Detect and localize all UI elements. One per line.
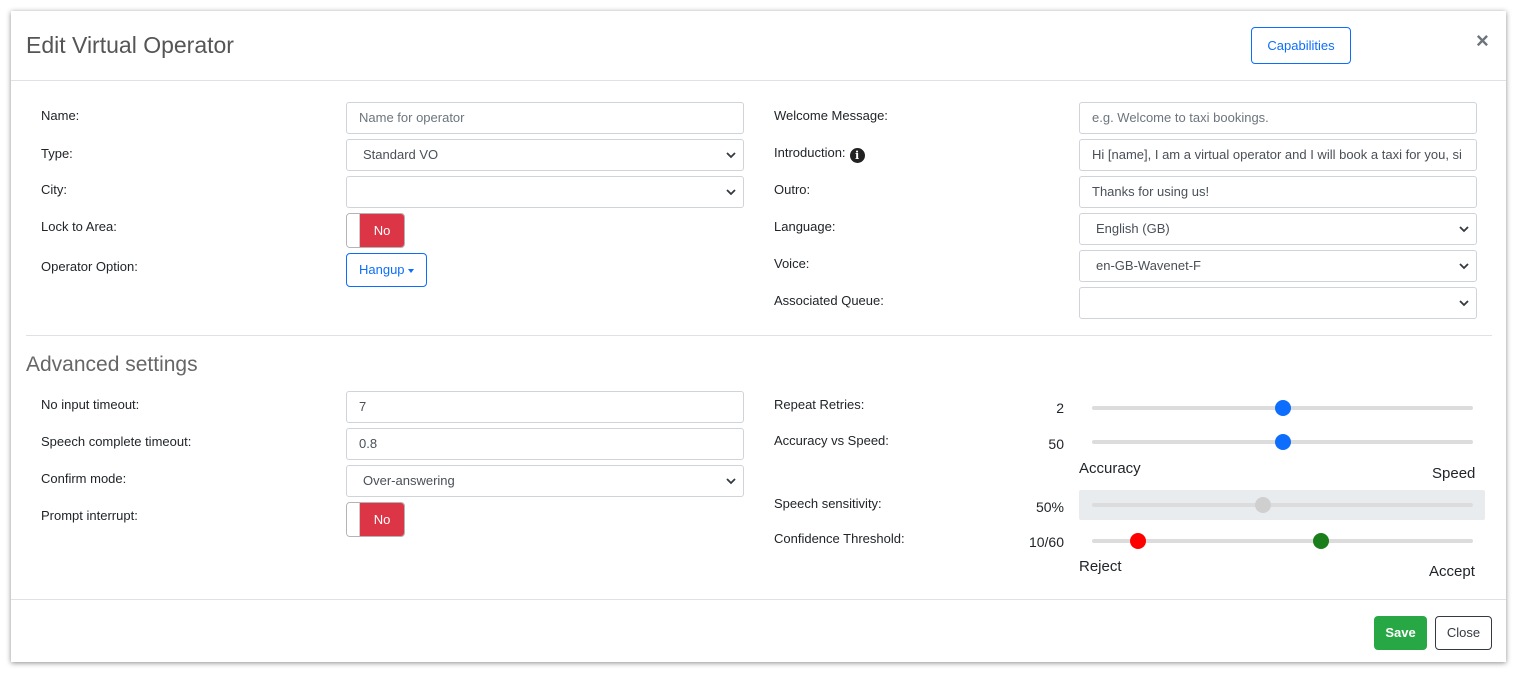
modal-header: Edit Virtual Operator Capabilities × <box>11 11 1506 81</box>
modal-footer-divider <box>11 599 1506 600</box>
lock-to-area-toggle[interactable]: No <box>346 213 405 248</box>
confidence-accept-thumb[interactable] <box>1312 533 1329 549</box>
speech-sensitivity-slider <box>1092 503 1473 507</box>
name-input[interactable]: Name for operator <box>346 102 744 134</box>
speech-sensitivity-value: 50% <box>1035 499 1064 515</box>
associated-queue-label: Associated Queue: <box>774 293 884 308</box>
repeat-retries-label: Repeat Retries: <box>774 397 865 412</box>
toggle-state: No <box>360 503 404 536</box>
prompt-interrupt-label: Prompt interrupt: <box>41 508 138 523</box>
voice-select-value: en-GB-Wavenet-F <box>1096 258 1201 273</box>
modal-title: Edit Virtual Operator <box>26 32 234 58</box>
type-label: Type: <box>41 146 73 161</box>
toggle-state: No <box>360 214 404 247</box>
edit-virtual-operator-modal: Edit Virtual Operator Capabilities × Nam… <box>11 11 1506 662</box>
confidence-threshold-value: 10/60 <box>1028 534 1064 550</box>
type-select[interactable]: Standard VO <box>346 139 744 171</box>
introduction-label: Introduction: i <box>774 145 865 163</box>
language-select-value: English (GB) <box>1096 221 1170 236</box>
chevron-down-icon <box>1459 300 1469 307</box>
city-label: City: <box>41 182 67 197</box>
voice-select[interactable]: en-GB-Wavenet-F <box>1079 250 1477 282</box>
outro-input[interactable]: Thanks for using us! <box>1079 176 1477 208</box>
toggle-knob <box>347 214 360 247</box>
close-icon[interactable]: × <box>1476 30 1489 52</box>
language-label: Language: <box>774 219 836 234</box>
confirm-mode-label: Confirm mode: <box>41 471 127 486</box>
introduction-label-text: Introduction: <box>774 145 846 160</box>
close-button[interactable]: Close <box>1435 616 1492 650</box>
confidence-reject-thumb[interactable] <box>1129 533 1146 549</box>
advanced-settings-title: Advanced settings <box>26 353 198 376</box>
speed-max-label: Speed <box>1432 465 1476 482</box>
speech-complete-timeout-label: Speech complete timeout: <box>41 434 192 449</box>
toggle-knob <box>347 503 360 536</box>
operator-option-value: Hangup <box>359 262 405 277</box>
lock-to-area-label: Lock to Area: <box>41 219 117 234</box>
capabilities-button[interactable]: Capabilities <box>1251 27 1351 64</box>
save-button[interactable]: Save <box>1374 616 1427 650</box>
no-input-timeout-label: No input timeout: <box>41 397 140 412</box>
language-select[interactable]: English (GB) <box>1079 213 1477 245</box>
speech-sensitivity-label: Speech sensitivity: <box>774 496 882 511</box>
introduction-input[interactable]: Hi [name], I am a virtual operator and I… <box>1079 139 1477 171</box>
chevron-down-icon <box>726 152 736 159</box>
section-divider <box>26 335 1492 336</box>
outro-label: Outro: <box>774 182 811 197</box>
operator-option-dropdown[interactable]: Hangup <box>346 253 427 287</box>
caret-down-icon <box>407 268 414 273</box>
name-label: Name: <box>41 108 80 123</box>
repeat-retries-thumb[interactable] <box>1274 400 1291 416</box>
accuracy-speed-thumb[interactable] <box>1274 434 1291 450</box>
accuracy-speed-label: Accuracy vs Speed: <box>774 433 889 448</box>
confidence-threshold-label: Confidence Threshold: <box>774 531 905 546</box>
chevron-down-icon <box>1459 226 1469 233</box>
chevron-down-icon <box>726 189 736 196</box>
type-select-value: Standard VO <box>363 147 439 162</box>
accuracy-min-label: Accuracy <box>1079 460 1141 477</box>
chevron-down-icon <box>1459 263 1469 270</box>
speech-complete-timeout-input[interactable]: 0.8 <box>346 428 744 460</box>
associated-queue-select[interactable] <box>1079 287 1477 319</box>
prompt-interrupt-toggle[interactable]: No <box>346 502 405 537</box>
voice-label: Voice: <box>774 256 810 271</box>
city-select[interactable] <box>346 176 744 208</box>
reject-min-label: Reject <box>1079 558 1122 575</box>
confirm-mode-select[interactable]: Over-answering <box>346 465 744 497</box>
welcome-message-input[interactable]: e.g. Welcome to taxi bookings. <box>1079 102 1477 134</box>
welcome-message-label: Welcome Message: <box>774 108 888 123</box>
accept-max-label: Accept <box>1429 563 1475 580</box>
operator-option-label: Operator Option: <box>41 259 138 274</box>
info-icon[interactable]: i <box>849 148 865 163</box>
repeat-retries-value: 2 <box>1056 400 1064 416</box>
accuracy-speed-value: 50 <box>1048 436 1064 452</box>
confirm-mode-value: Over-answering <box>363 473 455 488</box>
no-input-timeout-input[interactable]: 7 <box>346 391 744 423</box>
chevron-down-icon <box>726 478 736 485</box>
confidence-threshold-slider[interactable] <box>1092 539 1473 543</box>
